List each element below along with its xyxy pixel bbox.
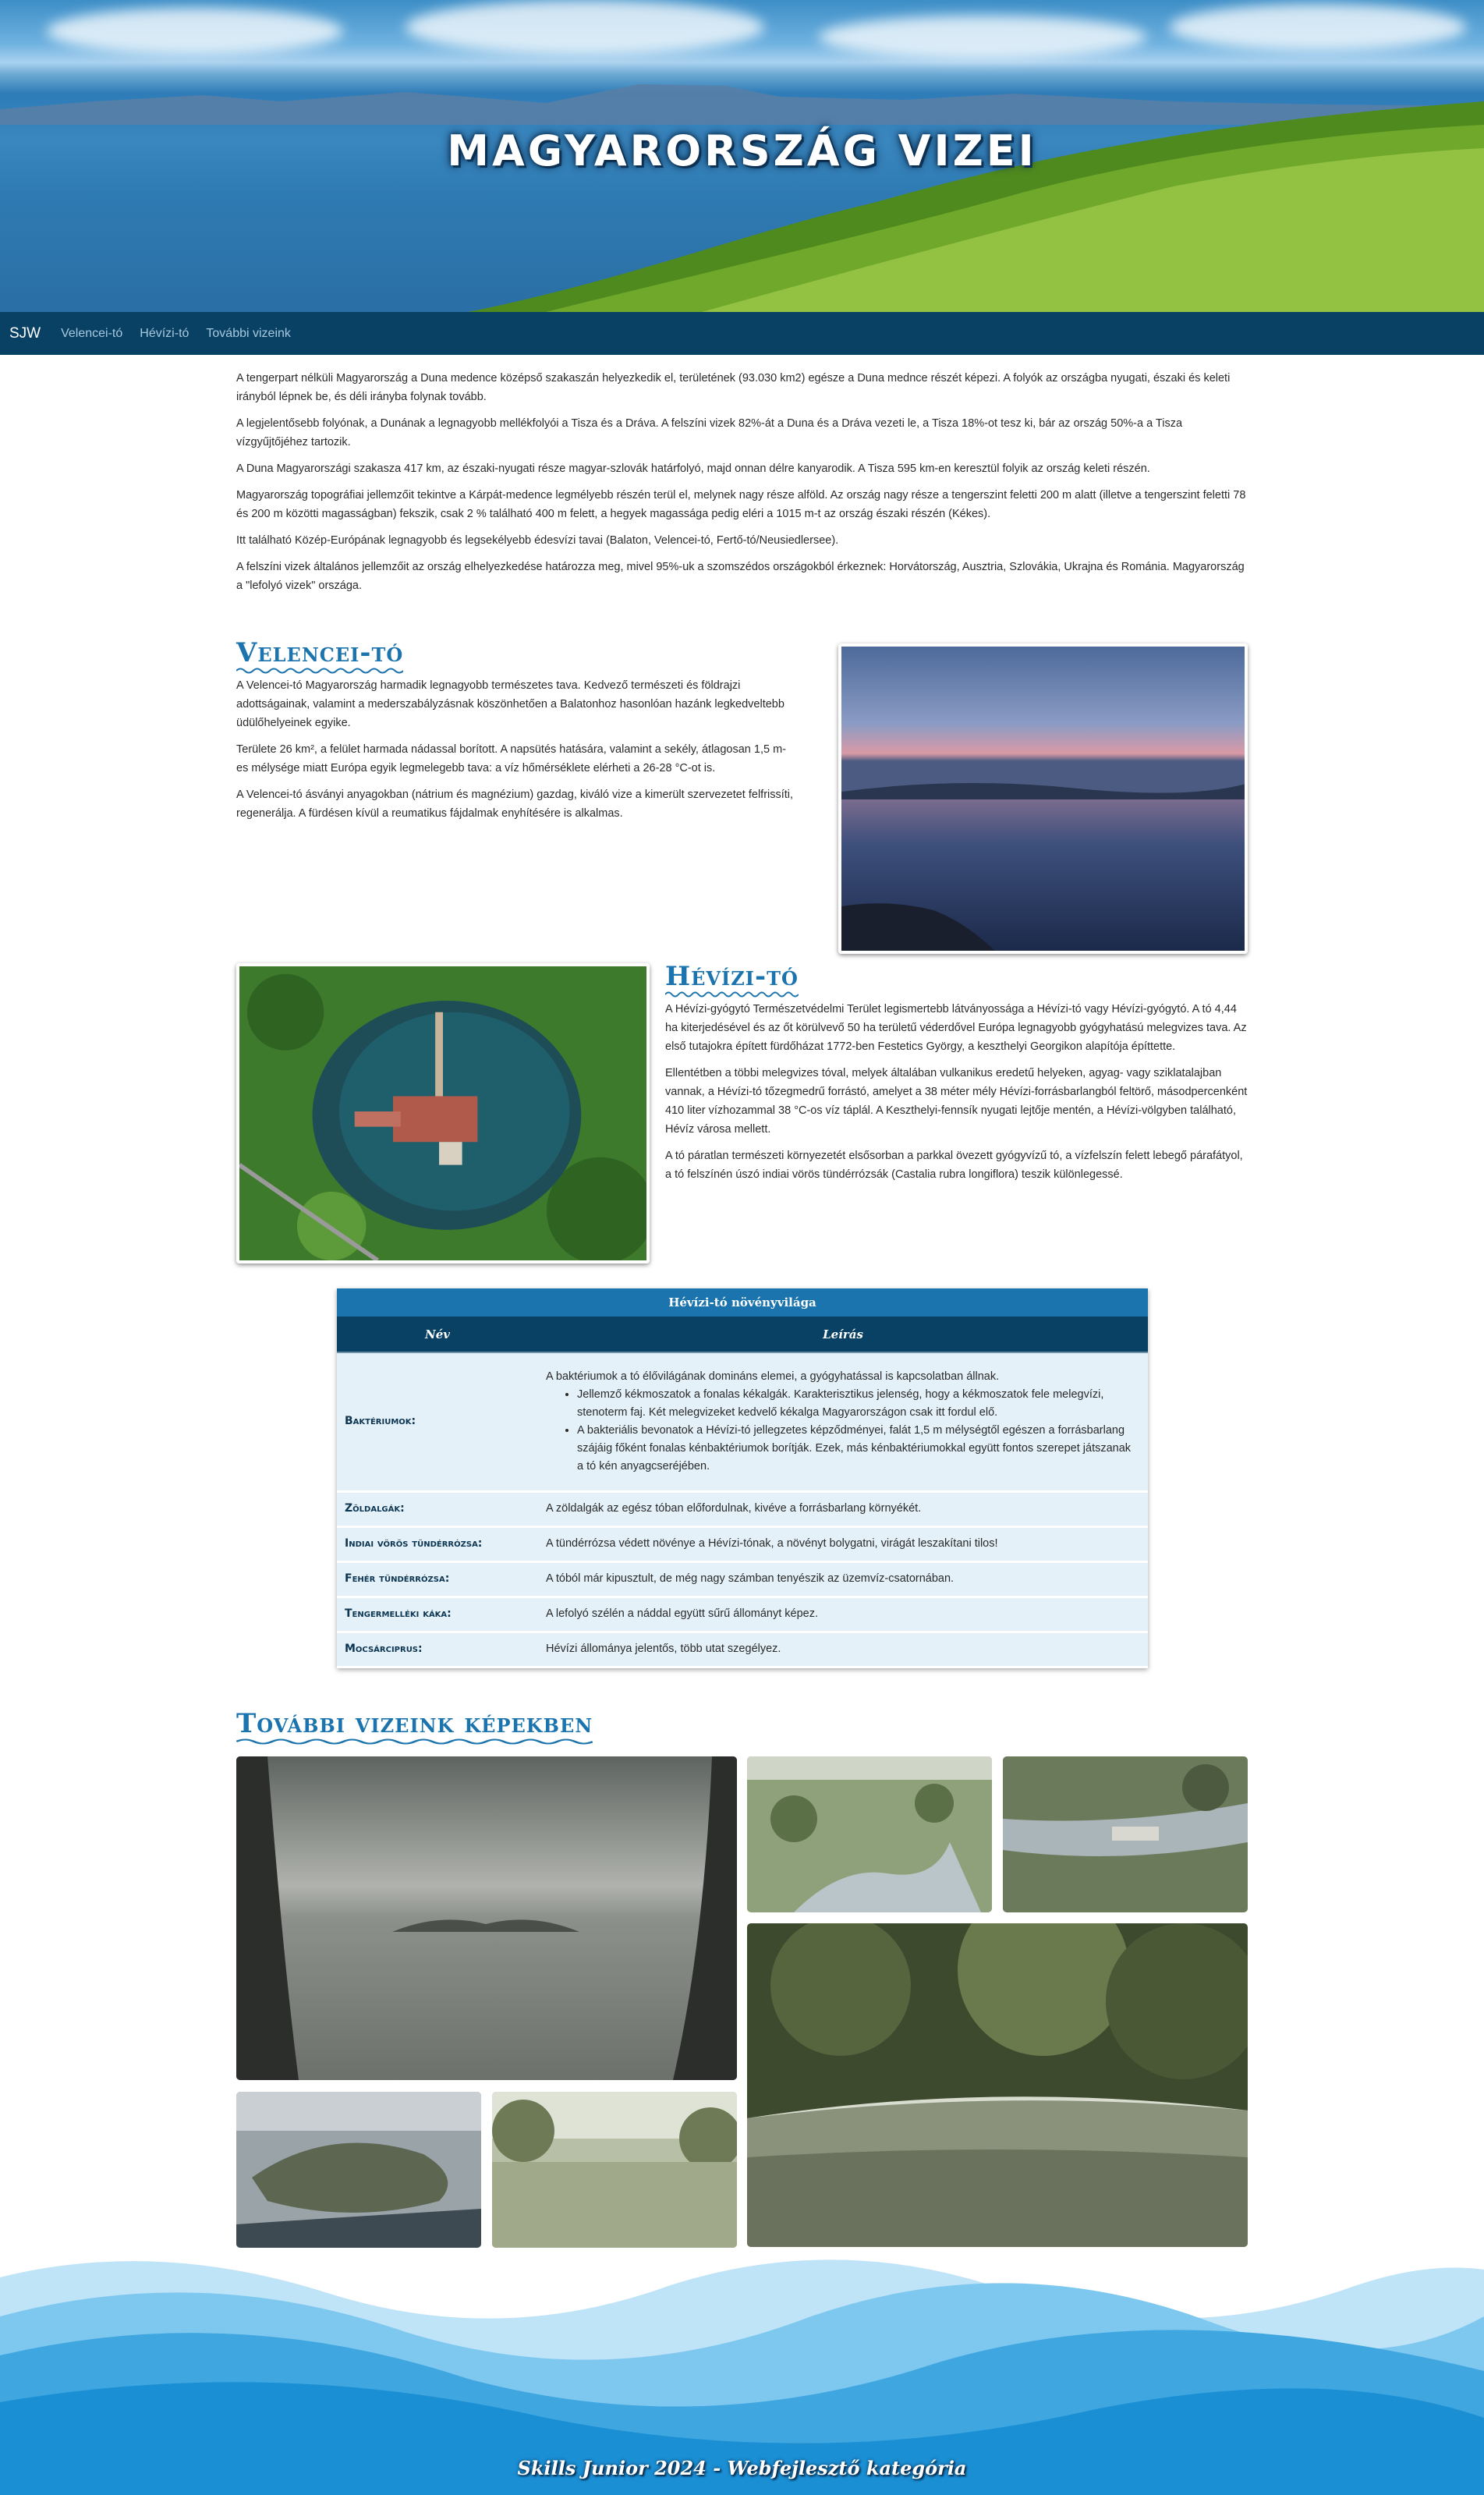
intro-paragraph: Itt található Közép-Európának legnagyobb…	[236, 534, 839, 547]
velencei-photo	[838, 643, 1248, 954]
intro-paragraph: A legjelentősebb folyónak, a Dunának a l…	[236, 417, 1183, 448]
row-name: Mocsárciprus:	[337, 1631, 538, 1668]
intro-paragraph: Magyarország topográfiai jellemzőit teki…	[236, 489, 1246, 520]
hevizi-paragraph: A Hévízi-gyógytó Természetvédelmi Terüle…	[665, 1003, 1247, 1053]
row-description: A tóból már kipusztult, de még nagy szám…	[538, 1561, 1148, 1598]
nav-link-hevizi[interactable]: Hévízi-tó	[140, 327, 189, 341]
wave-underline	[236, 668, 404, 674]
velencei-section: Velencei-tó A Velencei-tó Magyarország h…	[236, 637, 798, 823]
row-description: A baktériumok a tó élővilágának domináns…	[538, 1352, 1148, 1493]
list-item: A bakteriális bevonatok a Hévízi-tó jell…	[577, 1422, 1140, 1476]
row-name: Indiai vörös tündérrózsa:	[337, 1526, 538, 1563]
gallery-image-marsh[interactable]	[492, 2092, 737, 2248]
velencei-paragraph: Területe 26 km², a felület harmada nádas…	[236, 743, 786, 774]
table-row: Indiai vörös tündérrózsa: A tündérrózsa …	[337, 1526, 1148, 1563]
nav-link-velencei[interactable]: Velencei-tó	[61, 327, 122, 341]
table-row: Mocsárciprus: Hévízi állománya jelentős,…	[337, 1631, 1148, 1668]
hevizi-photo	[236, 963, 650, 1263]
nav-brand[interactable]: SJW	[9, 325, 41, 342]
page-title: MAGYARORSZÁG VIZEI	[447, 126, 1037, 175]
gallery-image-balaton[interactable]	[236, 1756, 737, 2080]
table-row: Baktériumok: A baktériumok a tó élővilág…	[337, 1352, 1148, 1493]
plants-table: Hévízi-tó növényvilága Név Leírás Baktér…	[337, 1288, 1148, 1668]
hevizi-section: Hévízi-tó A Hévízi-gyógytó Természetvéde…	[665, 961, 1248, 1184]
navbar: SJW Velencei-tó Hévízi-tó További vizein…	[0, 312, 1484, 355]
row-name: Baktériumok:	[337, 1352, 538, 1493]
intro-paragraph: A felszíni vizek általános jellemzőit az…	[236, 561, 1245, 592]
list-item: Jellemző kékmoszatok a fonalas kékalgák.…	[577, 1386, 1140, 1422]
hevizi-paragraph: Ellentétben a többi melegvizes tóval, me…	[665, 1067, 1248, 1136]
row-description: A zöldalgák az egész tóban előfordulnak,…	[538, 1490, 1148, 1528]
table-row: Tengermelléki káka: A lefolyó szélén a n…	[337, 1596, 1148, 1633]
gallery-image-dam[interactable]	[1003, 1756, 1248, 1912]
gallery-section: További vizeink képekben	[236, 1708, 593, 1745]
reed-grass-graphic	[468, 101, 1484, 312]
table-row: Zöldalgák: A zöldalgák az egész tóban el…	[337, 1490, 1148, 1528]
column-header-name: Név	[337, 1317, 538, 1352]
velencei-paragraph: A Velencei-tó Magyarország harmadik legn…	[236, 679, 785, 729]
wave-underline	[236, 1738, 593, 1745]
row-name: Zöldalgák:	[337, 1490, 538, 1528]
footer: Skills Junior 2024 - Webfejlesztő kategó…	[0, 2246, 1484, 2495]
row-name: Fehér tündérrózsa:	[337, 1561, 538, 1598]
table-row: Fehér tündérrózsa: A tóból már kipusztul…	[337, 1561, 1148, 1598]
column-header-description: Leírás	[538, 1317, 1148, 1352]
gallery-image-forest-river[interactable]	[747, 1923, 1248, 2247]
hevizi-heading: Hévízi-tó	[665, 961, 799, 998]
row-description: Hévízi állománya jelentős, több utat sze…	[538, 1631, 1148, 1668]
gallery-image-river-aerial[interactable]	[747, 1756, 992, 1912]
bullet-list: Jellemző kékmoszatok a fonalas kékalgák.…	[577, 1386, 1140, 1476]
footer-text: Skills Junior 2024 - Webfejlesztő kategó…	[517, 2457, 967, 2479]
intro-paragraph: A Duna Magyarországi szakasza 417 km, az…	[236, 462, 1150, 475]
row-description-text: A baktériumok a tó élővilágának domináns…	[546, 1370, 1000, 1383]
hevizi-paragraph: A tó páratlan természeti környezetét els…	[665, 1150, 1243, 1181]
hero-banner: MAGYARORSZÁG VIZEI	[0, 0, 1484, 312]
wave-underline	[665, 991, 799, 998]
gallery-heading: További vizeink képekben	[236, 1708, 593, 1745]
intro-paragraph: A tengerpart nélküli Magyarország a Duna…	[236, 372, 1231, 403]
table-caption: Hévízi-tó növényvilága	[337, 1288, 1148, 1317]
row-name: Tengermelléki káka:	[337, 1596, 538, 1633]
velencei-paragraph: A Velencei-tó ásványi anyagokban (nátriu…	[236, 789, 794, 820]
row-description: A tündérrózsa védett növénye a Hévízi-tó…	[538, 1526, 1148, 1563]
row-description: A lefolyó szélén a náddal együtt sűrű ál…	[538, 1596, 1148, 1633]
velencei-heading: Velencei-tó	[236, 637, 404, 674]
nav-link-tovabbi[interactable]: További vizeink	[206, 327, 291, 341]
intro-section: A tengerpart nélküli Magyarország a Duna…	[236, 369, 1248, 603]
gallery-image-tihany[interactable]	[236, 2092, 481, 2248]
